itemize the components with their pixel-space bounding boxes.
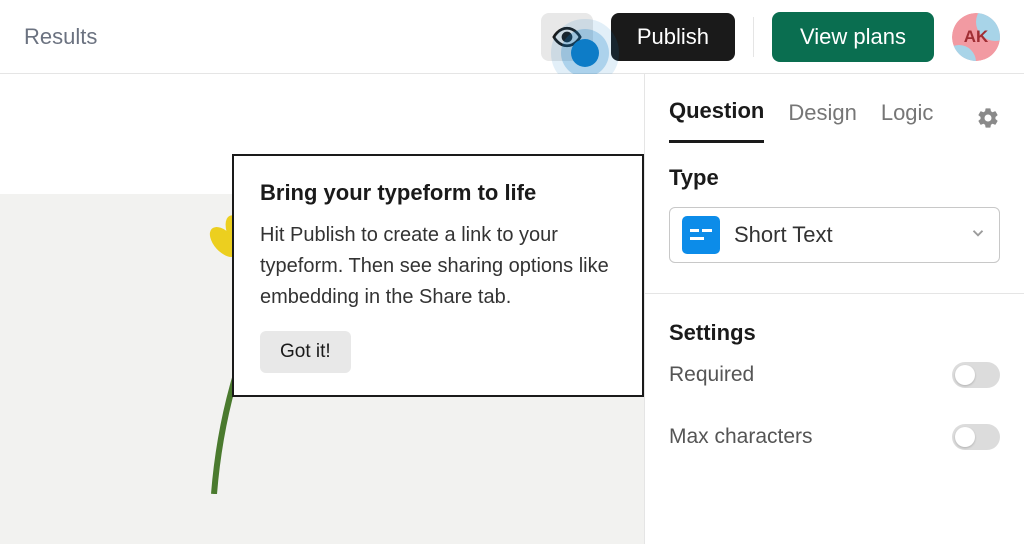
tooltip-title: Bring your typeform to life (260, 180, 616, 206)
gear-icon[interactable] (976, 106, 1000, 135)
question-type-select[interactable]: Short Text (669, 207, 1000, 263)
tab-design[interactable]: Design (788, 100, 856, 142)
tab-question[interactable]: Question (669, 98, 764, 143)
setting-required-toggle[interactable] (952, 362, 1000, 388)
panel-divider (645, 293, 1024, 294)
tab-logic[interactable]: Logic (881, 100, 934, 142)
topbar-divider (753, 17, 754, 57)
short-text-icon (682, 216, 720, 254)
type-section-label: Type (669, 165, 1000, 191)
chevron-down-icon (969, 224, 987, 247)
preview-button[interactable] (541, 13, 593, 61)
avatar-initials: AK (952, 13, 1000, 61)
pulse-indicator (571, 39, 599, 67)
results-tab[interactable]: Results (24, 24, 97, 50)
tooltip-body: Hit Publish to create a link to your typ… (260, 220, 616, 313)
tooltip-dismiss-button[interactable]: Got it! (260, 331, 351, 373)
setting-required-label: Required (669, 363, 754, 387)
setting-maxchars-toggle[interactable] (952, 424, 1000, 450)
question-type-value: Short Text (734, 222, 955, 248)
publish-button[interactable]: Publish (611, 13, 735, 61)
form-canvas[interactable]: Bring your typeform to life Hit Publish … (0, 74, 644, 544)
avatar[interactable]: AK (952, 13, 1000, 61)
side-panel: Question Design Logic Type Short Text Se… (644, 74, 1024, 544)
settings-section-label: Settings (669, 320, 1000, 346)
view-plans-button[interactable]: View plans (772, 12, 934, 62)
setting-maxchars-label: Max characters (669, 425, 813, 449)
onboarding-tooltip: Bring your typeform to life Hit Publish … (232, 154, 644, 397)
